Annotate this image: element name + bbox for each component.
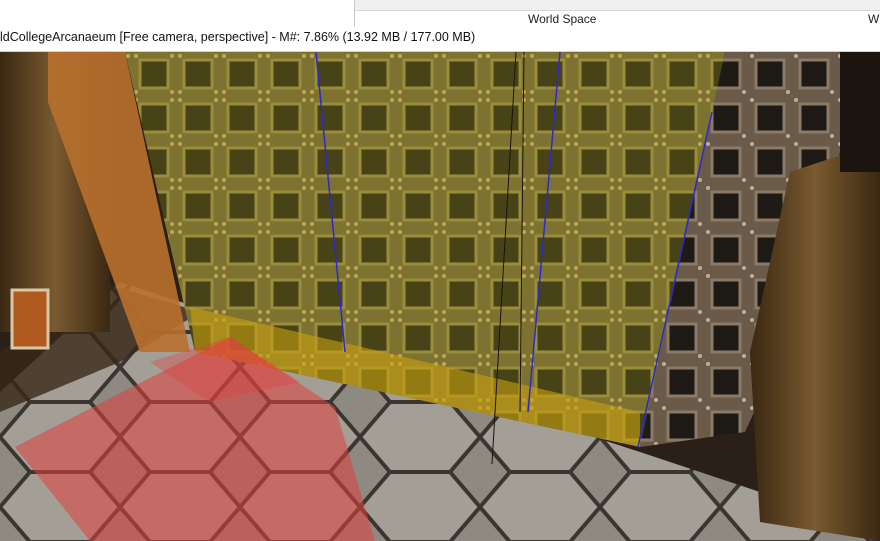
editor-window: World Space W ldCollegeArcanaeum [Free c… [0, 0, 880, 541]
background-window-left-pane [0, 0, 354, 28]
wall-torch-panel [10, 288, 50, 350]
column-header-world-space[interactable]: World Space [528, 12, 596, 26]
column-header-w[interactable]: W [868, 12, 879, 26]
background-window [0, 0, 880, 29]
viewport-title: ldCollegeArcanaeum [Free camera, perspec… [0, 30, 476, 44]
background-window-right-pane [354, 0, 880, 29]
viewport-title-bar[interactable]: ldCollegeArcanaeum [Free camera, perspec… [0, 27, 880, 52]
right-dark-gap [840, 52, 880, 172]
render-viewport[interactable] [0, 52, 880, 541]
